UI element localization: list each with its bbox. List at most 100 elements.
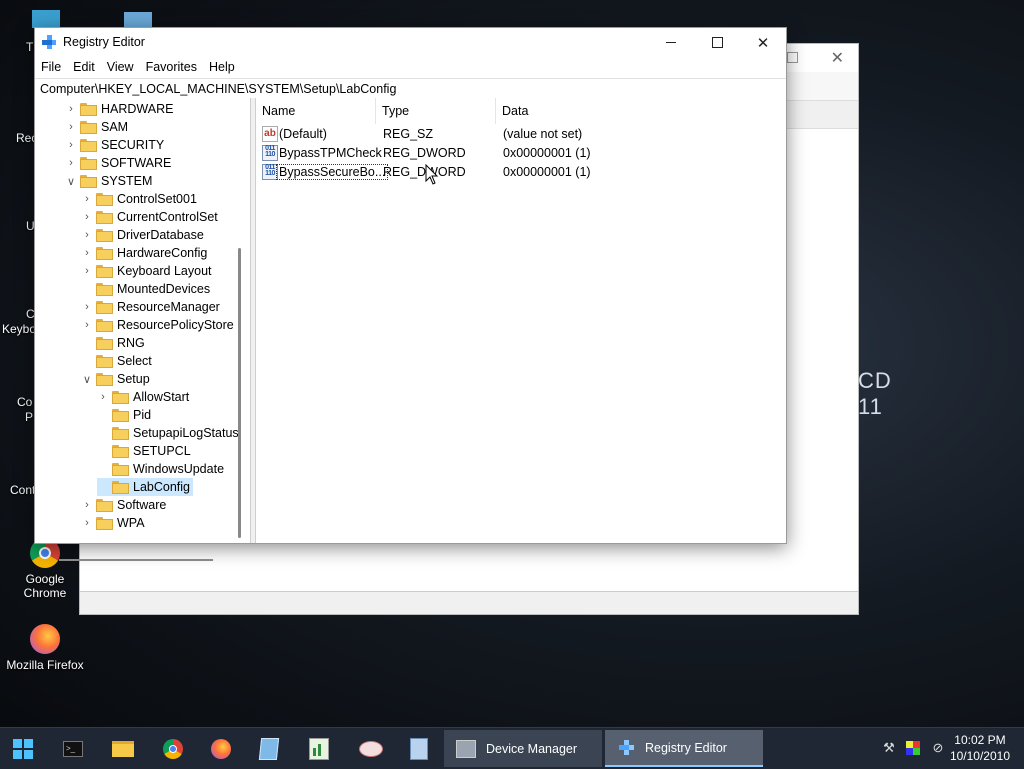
menu-bar: File Edit View Favorites Help: [35, 57, 786, 77]
taskbar-registry-editor[interactable]: Registry Editor: [605, 730, 763, 767]
tree-node-software[interactable]: › SOFTWARE: [65, 154, 171, 172]
menu-file[interactable]: File: [35, 57, 67, 74]
tree-node-security[interactable]: › SECURITY: [65, 136, 164, 154]
chevron-right-icon[interactable]: ›: [81, 193, 93, 205]
tree-node-resourcepolicystore[interactable]: › ResourcePolicyStore: [81, 316, 234, 334]
taskbar-terminal[interactable]: >_: [54, 728, 92, 769]
key-tree-pane[interactable]: › HARDWARE › SAM › SECURITY › SOFTWARE ∨ SYSTEM › C…: [35, 98, 251, 543]
desktop-icon-chrome[interactable]: Google Chrome: [3, 538, 87, 600]
desktop-label-control-2: P: [25, 410, 34, 424]
registry-editor-window[interactable]: Registry Editor ✕ File Edit View Favorites H…: [34, 27, 787, 561]
tree-node-label: SOFTWARE: [101, 156, 172, 170]
taskbar-device-manager-label: Device Manager: [486, 741, 578, 756]
tree-node-setupapilogstatus[interactable]: SetupapiLogStatus: [97, 424, 239, 442]
column-header-type[interactable]: Type: [376, 98, 496, 124]
tree-node-mounteddevices[interactable]: MountedDevices: [81, 280, 210, 298]
tray-color-icon[interactable]: [905, 740, 921, 756]
chevron-down-icon[interactable]: ∨: [65, 175, 77, 188]
chevron-right-icon[interactable]: ›: [65, 103, 77, 115]
maximize-button[interactable]: [694, 28, 740, 57]
value-row-selected[interactable]: 011 110 BypassSecureBo... REG_DWORD 0x000…: [256, 162, 786, 181]
firefox-icon: [211, 738, 231, 759]
menu-favorites[interactable]: Favorites: [140, 57, 203, 74]
network-offline-icon[interactable]: ⊘: [930, 740, 946, 756]
menu-help[interactable]: Help: [203, 57, 241, 74]
tree-node-controlset001[interactable]: › ControlSet001: [81, 190, 197, 208]
address-bar[interactable]: Computer\HKEY_LOCAL_MACHINE\SYSTEM\Setup…: [35, 78, 786, 99]
chevron-right-icon[interactable]: ›: [81, 301, 93, 313]
chevron-right-icon[interactable]: ›: [81, 319, 93, 331]
chevron-right-icon[interactable]: ›: [81, 517, 93, 529]
tree-node-labconfig[interactable]: LabConfig: [97, 478, 193, 496]
value-name[interactable]: BypassSecureBo...: [275, 164, 389, 180]
titlebar[interactable]: Registry Editor ✕: [35, 28, 786, 57]
chevron-right-icon[interactable]: ›: [81, 499, 93, 511]
taskbar-chrome[interactable]: [154, 728, 192, 769]
tree-node-setupcl[interactable]: SETUPCL: [97, 442, 191, 460]
desktop-icon-this-pc[interactable]: [32, 10, 60, 28]
taskbar-notepad[interactable]: [250, 728, 288, 769]
tree-node-currentcontrolset[interactable]: › CurrentControlSet: [81, 208, 218, 226]
background-statusbar: [80, 591, 858, 614]
tree-node-pid[interactable]: Pid: [97, 406, 151, 424]
column-header-name[interactable]: Name: [256, 98, 376, 124]
minimize-button[interactable]: [648, 28, 694, 57]
tree-node-keyboard-layout[interactable]: › Keyboard Layout: [81, 262, 211, 280]
tree-node-windowsupdate[interactable]: WindowsUpdate: [97, 460, 224, 478]
folder-icon: [80, 102, 97, 116]
value-row[interactable]: 011 110 BypassTPMCheck REG_DWORD 0x000000…: [256, 143, 786, 162]
background-maximize-icon[interactable]: [787, 52, 798, 63]
chevron-right-icon[interactable]: ›: [65, 121, 77, 133]
tree-node-label: Software: [117, 498, 167, 512]
tree-node-select[interactable]: Select: [81, 352, 152, 370]
taskbar-chart-app[interactable]: [300, 728, 338, 769]
tree-node-driverdatabase[interactable]: › DriverDatabase: [81, 226, 204, 244]
tree-node-software[interactable]: › Software: [81, 496, 166, 514]
close-button[interactable]: ✕: [740, 28, 786, 57]
tree-node-hardwareconfig[interactable]: › HardwareConfig: [81, 244, 207, 262]
chevron-right-icon[interactable]: ›: [97, 391, 109, 403]
tree-node-resourcemanager[interactable]: › ResourceManager: [81, 298, 220, 316]
tree-node-setup[interactable]: ∨ Setup: [81, 370, 150, 388]
taskbar-firefox[interactable]: [202, 728, 240, 769]
tree-node-sam[interactable]: › SAM: [65, 118, 128, 136]
chevron-right-icon[interactable]: ›: [81, 211, 93, 223]
chevron-right-icon[interactable]: ›: [81, 265, 93, 277]
taskbar-device-manager[interactable]: Device Manager: [444, 730, 602, 767]
close-icon: ✕: [756, 34, 770, 52]
chevron-down-icon[interactable]: ∨: [81, 373, 93, 386]
tree-node-system[interactable]: ∨ SYSTEM: [65, 172, 152, 190]
folder-icon: [96, 318, 113, 332]
value-row[interactable]: ab (Default) REG_SZ (value not set): [256, 124, 786, 143]
tree-node-rng[interactable]: RNG: [81, 334, 145, 352]
tree-node-hardware[interactable]: › HARDWARE: [65, 100, 173, 118]
tree-node-label: SYSTEM: [101, 174, 153, 188]
tree-node-label: HARDWARE: [101, 102, 174, 116]
tray-tools-icon[interactable]: ⚒: [881, 740, 897, 756]
column-header-data[interactable]: Data: [496, 98, 786, 124]
taskbar-paint-app[interactable]: [352, 728, 390, 769]
values-list-pane[interactable]: Name Type Data ab (Default) REG_SZ (valu…: [256, 98, 786, 543]
desktop-icon-firefox[interactable]: Mozilla Firefox: [3, 624, 87, 672]
value-type: REG_DWORD: [383, 146, 466, 160]
background-close-icon[interactable]: ✕: [831, 48, 844, 68]
chevron-right-icon[interactable]: ›: [65, 157, 77, 169]
clock-date: 10/10/2010: [949, 749, 1010, 763]
tree-horizontal-scrollbar[interactable]: [59, 559, 213, 561]
start-button[interactable]: [4, 728, 42, 769]
chevron-right-icon[interactable]: ›: [65, 139, 77, 151]
tree-node-wpa[interactable]: › WPA: [81, 514, 144, 532]
menu-edit[interactable]: Edit: [67, 57, 101, 74]
address-path[interactable]: Computer\HKEY_LOCAL_MACHINE\SYSTEM\Setup…: [40, 82, 396, 96]
chevron-right-icon[interactable]: ›: [81, 247, 93, 259]
taskbar-file-explorer[interactable]: [104, 728, 142, 769]
menu-view[interactable]: View: [101, 57, 140, 74]
chevron-right-icon[interactable]: ›: [81, 229, 93, 241]
desktop-icon-top2[interactable]: [124, 12, 152, 28]
system-clock[interactable]: 10:02 PM 10/10/2010: [950, 732, 1010, 764]
taskbar-calculator[interactable]: [400, 728, 438, 769]
tree-node-allowstart[interactable]: › AllowStart: [97, 388, 189, 406]
tree-vertical-scrollbar[interactable]: [238, 248, 241, 538]
dword-value-icon: 011 110: [262, 145, 278, 161]
folder-icon: [80, 120, 97, 134]
